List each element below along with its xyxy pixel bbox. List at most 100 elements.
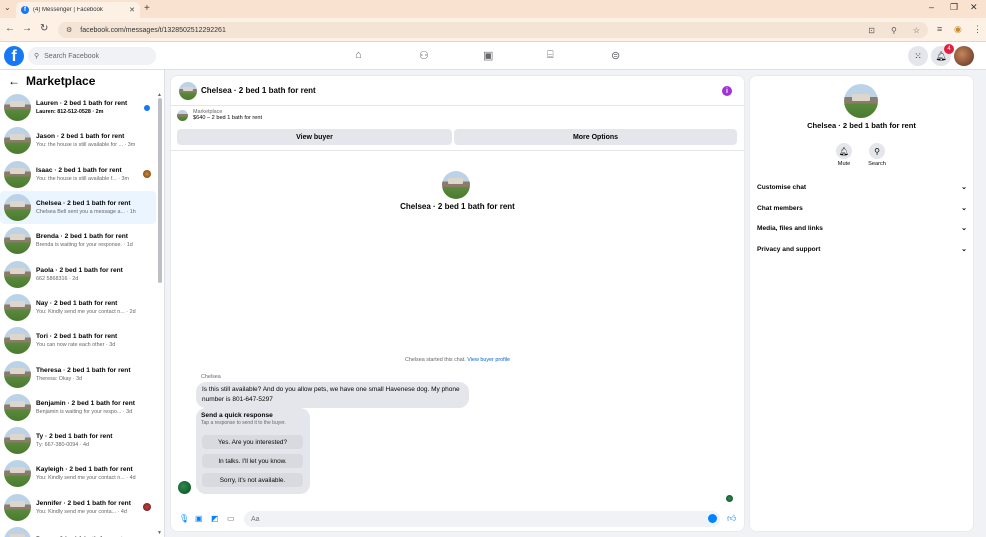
conversation-item[interactable]: Isaac · 2 bed 1 bath for rent You: the ho… [0, 158, 156, 191]
tab-close-icon[interactable]: ✕ [129, 6, 135, 14]
quick-response-title: Send a quick response [201, 412, 273, 419]
search-icon: ⚲ [34, 53, 40, 60]
search-conversation-button[interactable]: ⚲ Search [860, 143, 894, 167]
zoom-icon[interactable]: ⚲ [891, 26, 897, 35]
conversation-item[interactable]: Jason · 2 bed 1 bath for rent You: the ho… [0, 124, 156, 157]
quick-response-in-talks-button[interactable]: In talks. I'll let you know. [202, 454, 303, 468]
sidebar-scrollbar[interactable] [158, 98, 162, 537]
chat-title[interactable]: Chelsea · 2 bed 1 bath for rent [201, 86, 316, 95]
gif-icon[interactable]: ▭ [227, 514, 235, 523]
url-field[interactable]: ⚙ facebook.com/messages/t/13285025122922… [58, 22, 928, 38]
facebook-logo-icon[interactable]: f [4, 46, 24, 66]
site-info-icon[interactable]: ⚙ [66, 26, 72, 34]
listing-thumbnail [4, 393, 31, 421]
friends-icon[interactable]: ⚇ [419, 49, 429, 62]
mute-button[interactable]: 🔔︎ Mute [827, 143, 861, 167]
section-label: Chat members [757, 204, 803, 212]
view-buyer-button[interactable]: View buyer [177, 129, 452, 145]
conversation-item[interactable]: Paola · 2 bed 1 bath for rent 662 5868316… [0, 257, 156, 290]
scroll-down-icon[interactable]: ▼ [157, 530, 162, 536]
close-window-icon[interactable]: ✕ [970, 2, 978, 13]
listing-thumbnail [4, 227, 31, 255]
thumbs-up-icon[interactable]: 👍︎ [727, 513, 736, 524]
attach-photo-icon[interactable]: ▣ [195, 514, 203, 523]
conversation-name: Paola · 2 bed 1 bath for rent [36, 266, 123, 274]
conversation-preview: Theresa: Okay · 3d [36, 375, 83, 382]
magnifier-icon: ⚲ [869, 143, 885, 159]
listing-thumbnail [4, 160, 31, 188]
media-files-links-section[interactable]: Media, files and links ⌄ [757, 221, 967, 235]
conversation-preview: Benjamin is waiting for your respo... · … [36, 408, 133, 415]
system-message: Chelsea started this chat. View buyer pr… [171, 357, 744, 363]
info-icon[interactable]: i [722, 86, 732, 96]
conversation-text: Kayleigh · 2 bed 1 bath for rent You: Kin… [36, 466, 156, 481]
conversation-item[interactable]: Ty · 2 bed 1 bath for rent Ty: 667-380-00… [0, 424, 156, 457]
microphone-icon[interactable]: 🎙︎ [179, 514, 189, 523]
sticker-icon[interactable]: ◩ [211, 514, 219, 523]
details-name: Chelsea · 2 bed 1 bath for rent [807, 121, 916, 130]
conversation-item[interactable]: Brenda · 2 bed 1 bath for rent Brenda is … [0, 224, 156, 257]
marketplace-icon[interactable]: ⌸ [547, 49, 554, 62]
tab-search-chevron-icon[interactable]: ⌄ [4, 3, 11, 12]
message-input[interactable] [244, 511, 720, 527]
more-options-button[interactable]: More Options [454, 129, 737, 145]
back-icon[interactable]: ← [5, 23, 15, 34]
browser-menu-icon[interactable]: ⋮ [973, 24, 982, 35]
conversation-item[interactable]: Theresa · 2 bed 1 bath for rent Theresa: … [0, 357, 156, 390]
video-icon[interactable]: ▣ [483, 49, 493, 62]
conversation-item[interactable]: Lauren · 2 bed 1 bath for rent Lauren: 81… [0, 91, 156, 124]
unread-dot [144, 104, 150, 111]
home-icon[interactable]: ⌂ [355, 49, 362, 61]
menu-grid-icon[interactable]: ⁙ [908, 46, 928, 66]
install-app-icon[interactable]: ⊡ [868, 26, 875, 35]
profile-icon[interactable]: ◉ [954, 24, 962, 35]
conversation-item[interactable]: Nay · 2 bed 1 bath for rent You: Kindly s… [0, 291, 156, 324]
conversation-preview: You can now rate each other · 3d [36, 342, 116, 349]
conversation-item[interactable]: Jennifer · 2 bed 1 bath for rent You: Kin… [0, 491, 156, 524]
search-input[interactable]: ⚲ Search Facebook [28, 47, 156, 65]
conversation-item[interactable]: Kayleigh · 2 bed 1 bath for rent You: Kin… [0, 457, 156, 490]
browser-tab[interactable]: f (4) Messenger | Facebook ✕ [16, 2, 140, 18]
account-avatar[interactable] [954, 46, 974, 66]
listing-summary[interactable]: Marketplace $640 – 2 bed 1 bath for rent [177, 109, 262, 121]
listing-thumbnail [4, 293, 31, 321]
sender-avatar[interactable] [178, 481, 191, 494]
bookmark-star-icon[interactable]: ☆ [913, 26, 920, 35]
conversation-item[interactable]: Dawn · 2 bed 1 bath for rent [0, 524, 156, 537]
conversation-name: Tori · 2 bed 1 bath for rent [36, 333, 118, 341]
emoji-icon[interactable] [708, 514, 717, 523]
conversation-item[interactable]: Tori · 2 bed 1 bath for rent You can now … [0, 324, 156, 357]
gaming-icon[interactable]: ⊜ [611, 49, 620, 62]
conversation-preview: 662 5868316 · 2d [36, 275, 79, 282]
chat-thumbnail[interactable] [179, 81, 197, 100]
conversation-text: Jason · 2 bed 1 bath for rent You: the ho… [36, 133, 156, 148]
back-arrow-icon[interactable]: ← [8, 74, 20, 88]
chevron-down-icon: ⌄ [961, 246, 967, 253]
conversation-name: Lauren · 2 bed 1 bath for rent [36, 100, 128, 108]
forward-icon[interactable]: → [22, 23, 32, 34]
listing-thumbnail [4, 260, 31, 288]
tab-title: (4) Messenger | Facebook [33, 7, 103, 13]
new-tab-icon[interactable]: + [144, 3, 150, 14]
customise-chat-section[interactable]: Customise chat ⌄ [757, 180, 967, 194]
section-label: Media, files and links [757, 224, 823, 232]
section-label: Customise chat [757, 183, 807, 191]
bell-icon: 🔔︎ [836, 143, 852, 159]
media-controls-icon[interactable]: ≡ [937, 24, 942, 34]
privacy-support-section[interactable]: Privacy and support ⌄ [757, 242, 967, 256]
conversation-item[interactable]: Benjamin · 2 bed 1 bath for rent Benjamin… [0, 391, 156, 424]
chevron-down-icon: ⌄ [961, 225, 967, 232]
minimize-icon[interactable]: – [929, 2, 934, 12]
chat-members-section[interactable]: Chat members ⌄ [757, 201, 967, 215]
chevron-down-icon: ⌄ [961, 205, 967, 212]
quick-response-yes-button[interactable]: Yes. Are you interested? [202, 435, 303, 449]
view-buyer-profile-link[interactable]: View buyer profile [467, 357, 510, 363]
reload-icon[interactable]: ↻ [40, 23, 48, 34]
conversation-item[interactable]: Chelsea · 2 bed 1 bath for rent Chelsea B… [0, 190, 156, 225]
restore-icon[interactable]: ❐ [950, 2, 958, 13]
message-composer: 🎙︎ ▣ ◩ ▭ 👍︎ [171, 509, 744, 529]
scrollbar-thumb[interactable] [158, 98, 162, 283]
listing-price: $640 – 2 bed 1 bath for rent [193, 115, 263, 121]
quick-response-sorry-button[interactable]: Sorry, it's not available. [202, 473, 303, 487]
listing-thumbnail [4, 94, 31, 122]
